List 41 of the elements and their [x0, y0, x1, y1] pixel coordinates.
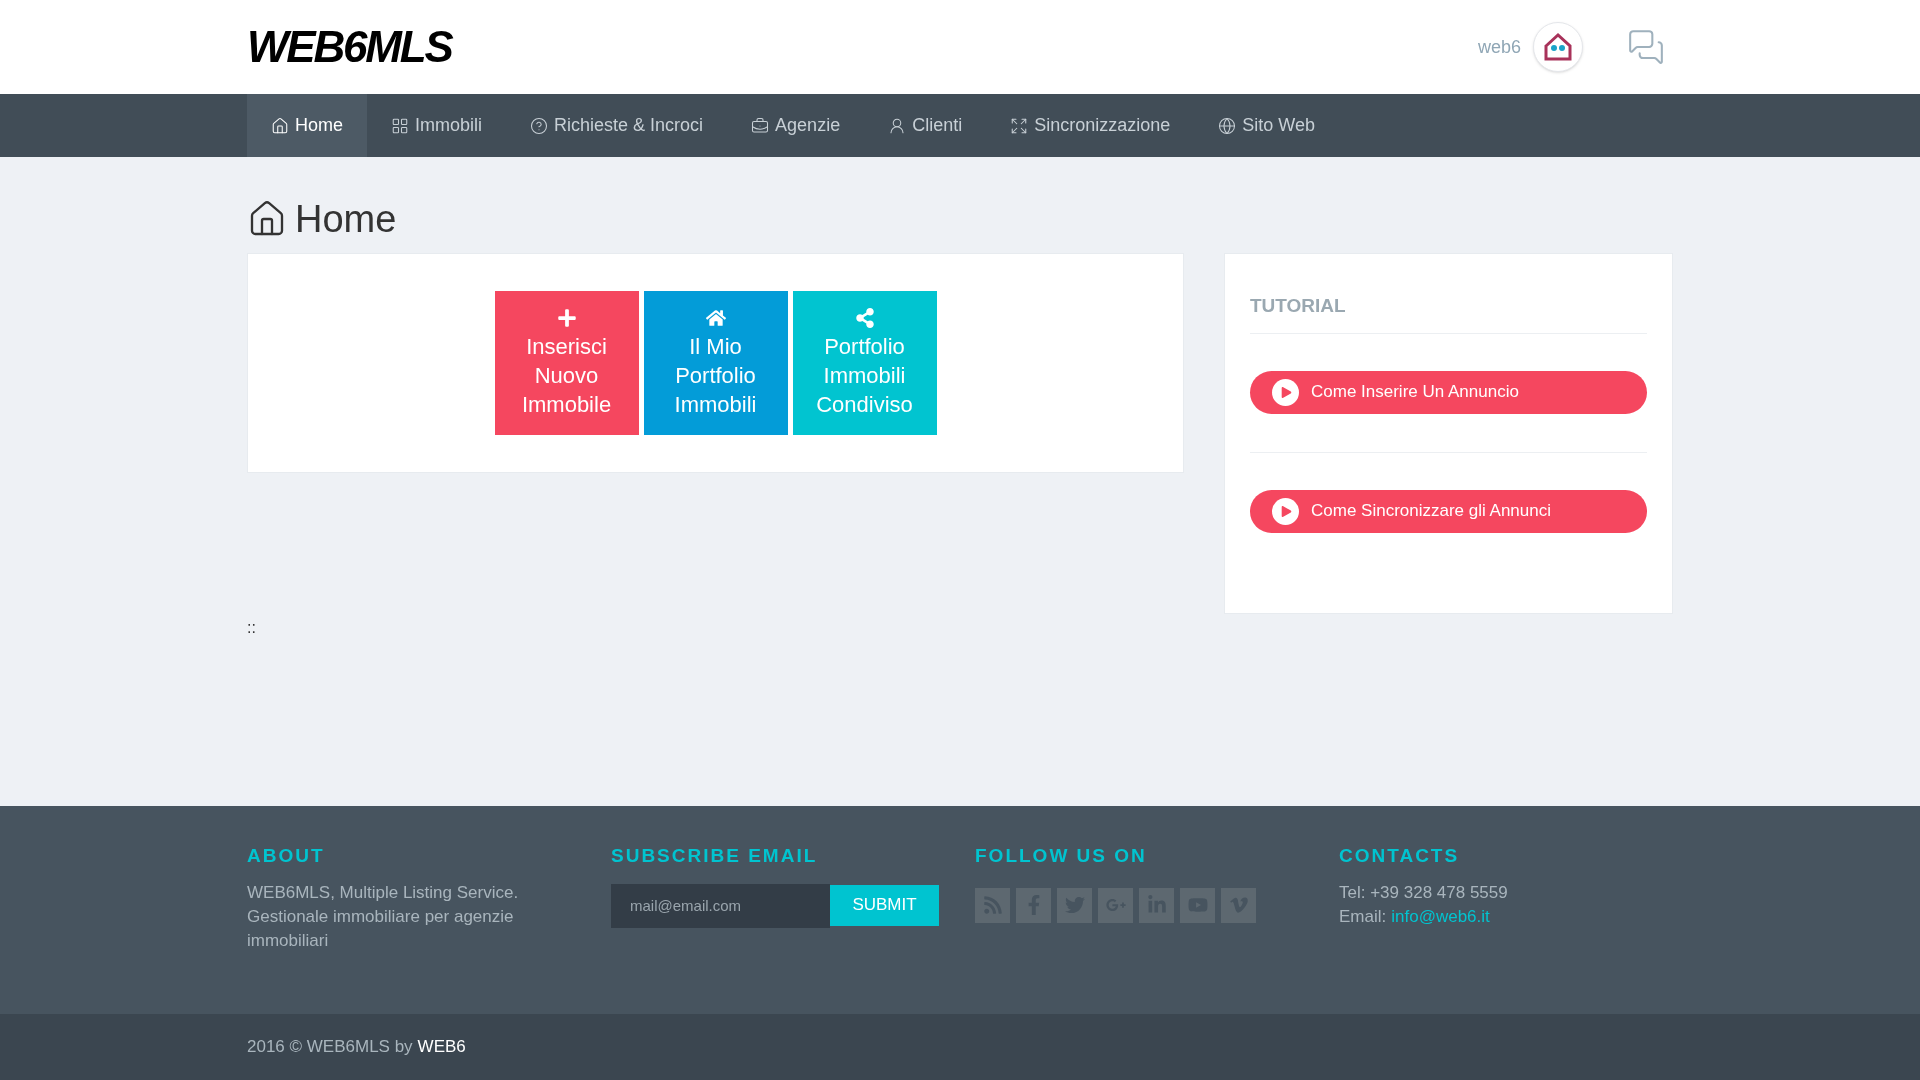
plus-icon [556, 307, 577, 328]
logo[interactable]: WEB6MLS [247, 25, 452, 69]
nav-item[interactable]: Immobili [367, 94, 507, 157]
footer-heading: FOLLOW US ON [975, 844, 1148, 868]
action-tile[interactable]: Inserisci Nuovo Immobile [494, 291, 639, 435]
phone-text: Tel: +39 328 478 5559 [1339, 881, 1508, 904]
briefcase-icon [751, 116, 770, 135]
action-tile[interactable]: Il Mio Portfolio Immobili [643, 291, 788, 435]
home-icon [271, 116, 289, 135]
email-label: Email: [1339, 905, 1387, 928]
footer-heading: ABOUT [247, 844, 326, 868]
user-icon [888, 116, 907, 135]
tutorial-button[interactable]: Come Sincronizzare gli Annunci [1250, 489, 1647, 533]
separator-text: :: [247, 618, 256, 638]
footer-heading: CONTACTS [1339, 844, 1461, 868]
nav-item[interactable]: Clienti [864, 94, 987, 157]
house-icon [1542, 31, 1574, 63]
copyright-link[interactable]: WEB6 [417, 1034, 466, 1060]
globe-icon [1218, 116, 1237, 135]
page-title: Home [295, 200, 397, 238]
tutorial-title: TUTORIAL [1250, 292, 1647, 334]
nav-item[interactable]: Agenzie [727, 94, 865, 157]
chat-icon[interactable] [1627, 28, 1665, 66]
footer-heading: SUBSCRIBE EMAIL [611, 844, 819, 868]
email-link[interactable]: info@web6.it [1391, 904, 1490, 929]
play-icon [1272, 378, 1299, 406]
question-circle-icon [530, 116, 549, 135]
share-icon [854, 307, 875, 328]
home-icon [705, 307, 726, 328]
nav-item[interactable]: Sincronizzazione [986, 94, 1195, 157]
expand-icon [1010, 116, 1029, 135]
play-icon [1272, 497, 1299, 525]
email-field[interactable]: mail@email.com [611, 883, 830, 928]
about-text: WEB6MLS, Multiple Listing Service. Gestionale immobiliare per agenzie immobiliari [247, 881, 520, 952]
nav-item[interactable]: Richieste & Incroci [506, 94, 728, 157]
nav-item[interactable]: Home [247, 94, 367, 157]
avatar[interactable] [1533, 22, 1583, 72]
grid-icon [391, 116, 409, 135]
nav-item[interactable]: Sito Web [1194, 94, 1339, 157]
copyright-text: 2016 © WEB6MLS by [247, 1036, 413, 1059]
tutorial-button[interactable]: Come Inserire Un Annuncio [1250, 370, 1647, 414]
